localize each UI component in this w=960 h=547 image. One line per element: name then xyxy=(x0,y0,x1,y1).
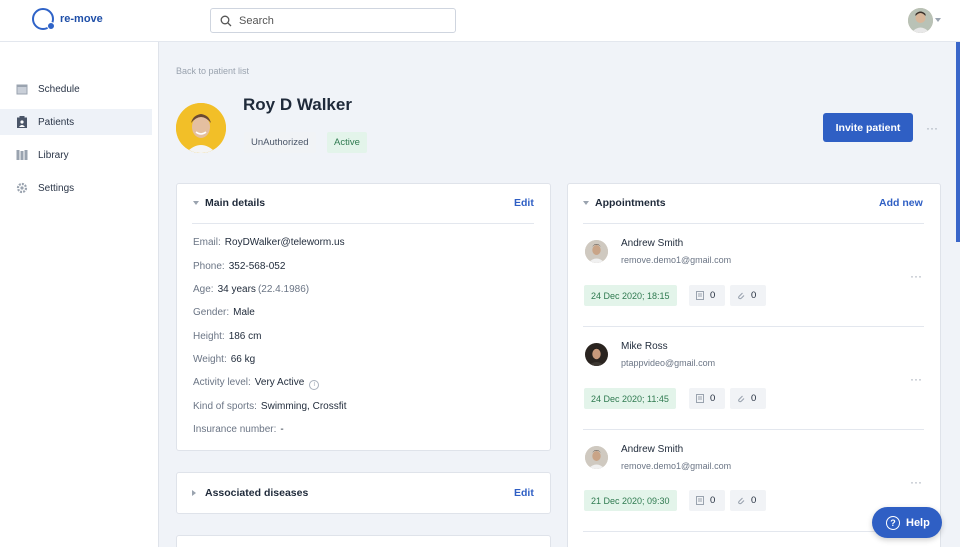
more-options-icon[interactable]: ··· xyxy=(910,270,922,282)
detail-weight: Weight: 66 kg xyxy=(193,354,256,365)
sidebar-item-label: Settings xyxy=(38,182,75,194)
chevron-down-icon[interactable] xyxy=(935,18,941,22)
appointment-date-badge: 21 Dec 2020; 09:30 xyxy=(584,490,677,511)
collapse-icon[interactable] xyxy=(193,201,199,205)
attachments-count: 0 xyxy=(730,388,766,409)
detail-activity-level: Activity level: Very Active i xyxy=(193,377,320,390)
divider xyxy=(583,223,924,224)
edit-associated-diseases-button[interactable]: Edit xyxy=(514,487,534,499)
detail-insurance-number: Insurance number: - xyxy=(193,424,284,435)
appointment-patient-name[interactable]: Mike Ross xyxy=(621,341,668,352)
detail-kind-of-sports: Kind of sports: Swimming, Crossfit xyxy=(193,401,347,412)
document-icon xyxy=(696,291,704,300)
sidebar-item-schedule[interactable]: Schedule xyxy=(0,76,152,102)
avatar xyxy=(585,240,608,263)
sidebar-item-label: Library xyxy=(38,149,69,161)
paperclip-icon xyxy=(738,292,745,300)
logo-icon xyxy=(32,8,55,30)
attachments-count: 0 xyxy=(730,490,766,511)
status-badge-unauthorized: UnAuthorized xyxy=(244,132,316,153)
scrollbar[interactable] xyxy=(956,42,960,242)
appointment-patient-name[interactable]: Andrew Smith xyxy=(621,444,683,455)
patient-name: Roy D Walker xyxy=(243,95,352,114)
next-card xyxy=(176,535,551,547)
top-bar: re-move xyxy=(0,0,960,42)
search-input[interactable] xyxy=(239,14,439,27)
sidebar-item-patients[interactable]: Patients xyxy=(0,109,152,135)
appointment-patient-email: remove.demo1@gmail.com xyxy=(621,255,732,265)
collapse-icon[interactable] xyxy=(583,201,589,205)
brand-name: re-move xyxy=(60,13,103,25)
paperclip-icon xyxy=(738,497,745,505)
sidebar: Schedule Patients Library Settings xyxy=(0,42,159,547)
calendar-icon xyxy=(16,84,28,95)
appointments-title: Appointments xyxy=(595,197,666,209)
paperclip-icon xyxy=(738,395,745,403)
documents-count: 0 xyxy=(689,490,725,511)
appointment-date-badge: 24 Dec 2020; 18:15 xyxy=(584,285,677,306)
detail-phone: Phone: 352-568-052 xyxy=(193,261,286,272)
detail-height: Height: 186 cm xyxy=(193,331,262,342)
divider xyxy=(583,326,924,327)
appointment-patient-email: remove.demo1@gmail.com xyxy=(621,461,732,471)
detail-gender: Gender: Male xyxy=(193,307,255,318)
help-icon: ? xyxy=(886,515,900,530)
divider xyxy=(192,223,534,224)
user-avatar[interactable] xyxy=(908,8,933,33)
divider xyxy=(583,531,924,532)
appointment-date-badge: 24 Dec 2020; 11:45 xyxy=(584,388,676,409)
documents-count: 0 xyxy=(689,285,725,306)
help-label: Help xyxy=(906,516,930,529)
associated-diseases-title: Associated diseases xyxy=(205,487,309,499)
appointment-patient-email: ptappvideo@gmail.com xyxy=(621,358,716,368)
divider xyxy=(583,429,924,430)
edit-main-details-button[interactable]: Edit xyxy=(514,197,534,209)
help-button[interactable]: ? Help xyxy=(872,507,942,538)
document-icon xyxy=(696,394,704,403)
main-details-title: Main details xyxy=(205,197,266,209)
patient-photo xyxy=(176,103,226,153)
more-options-icon[interactable]: ··· xyxy=(910,476,922,488)
search-icon xyxy=(220,15,232,26)
sidebar-item-library[interactable]: Library xyxy=(0,142,152,168)
clipboard-icon xyxy=(17,116,27,128)
more-options-icon[interactable]: ··· xyxy=(910,373,922,385)
attachments-count: 0 xyxy=(730,285,766,306)
status-badge-active: Active xyxy=(327,132,367,153)
add-appointment-button[interactable]: Add new xyxy=(879,197,923,209)
detail-age: Age: 34 years (22.4.1986) xyxy=(193,284,310,295)
avatar xyxy=(585,343,608,366)
brand-logo[interactable]: re-move xyxy=(32,8,103,30)
search-box[interactable] xyxy=(210,8,456,33)
more-options-icon[interactable]: ··· xyxy=(926,122,938,134)
detail-email: Email: RoyDWalker@teleworm.us xyxy=(193,237,345,248)
library-icon xyxy=(16,150,28,160)
back-to-patient-list-link[interactable]: Back to patient list xyxy=(176,66,249,76)
invite-patient-button[interactable]: Invite patient xyxy=(823,113,913,142)
avatar xyxy=(585,446,608,469)
sidebar-item-label: Schedule xyxy=(38,83,80,95)
gear-icon xyxy=(16,182,28,194)
sidebar-item-label: Patients xyxy=(38,116,75,128)
appointment-patient-name[interactable]: Andrew Smith xyxy=(621,238,683,249)
documents-count: 0 xyxy=(689,388,725,409)
sidebar-item-settings[interactable]: Settings xyxy=(0,175,152,201)
document-icon xyxy=(696,496,704,505)
expand-icon[interactable] xyxy=(192,490,196,496)
info-icon[interactable]: i xyxy=(309,380,320,390)
